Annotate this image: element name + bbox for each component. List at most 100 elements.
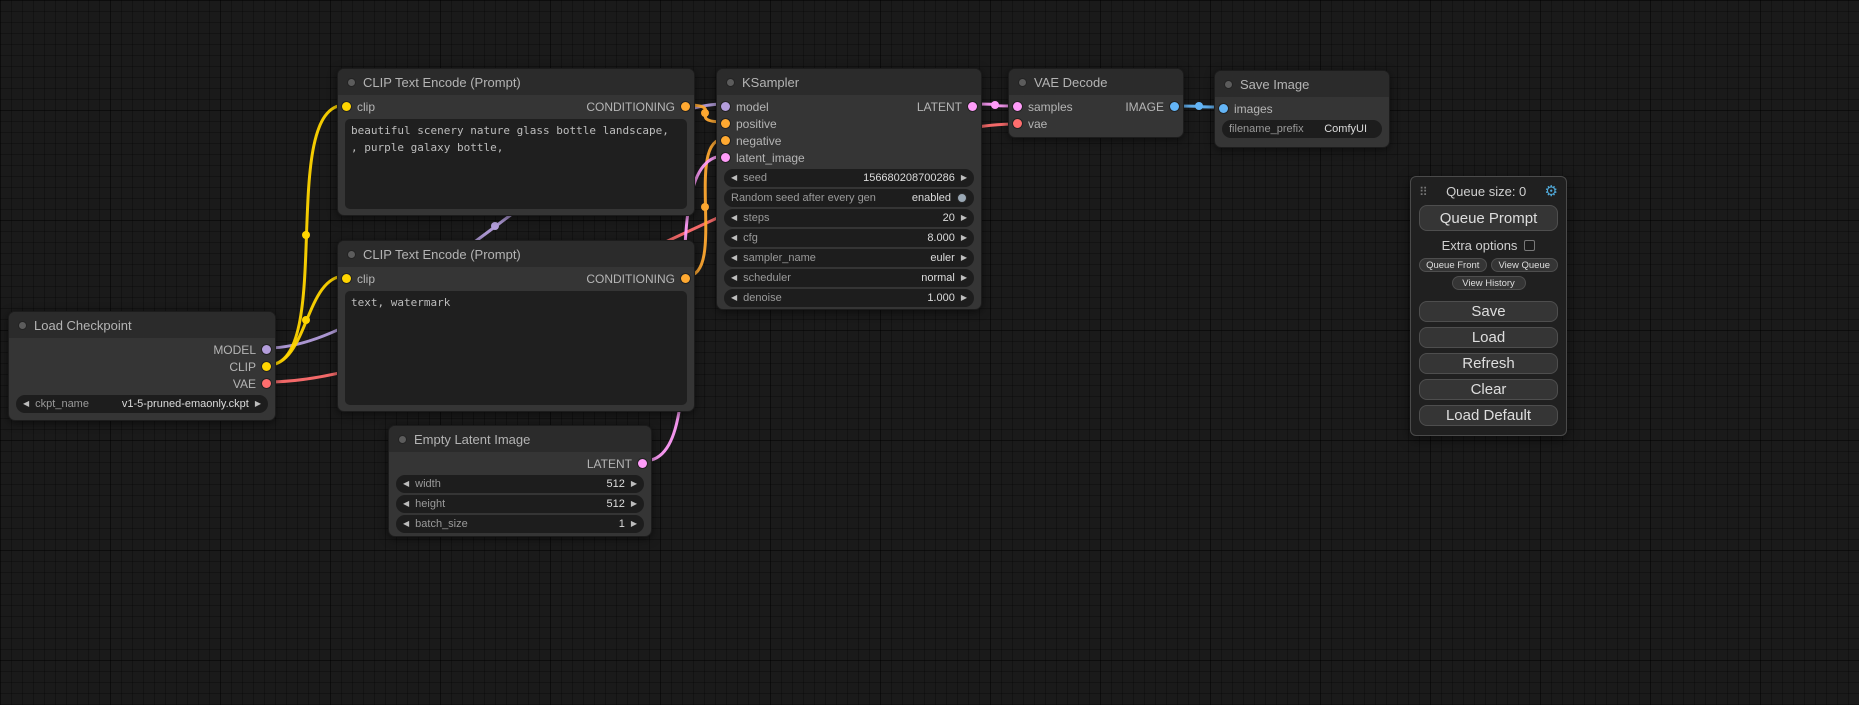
input-slot-clip[interactable]: [342, 274, 351, 283]
widget-value: 1.000: [927, 292, 955, 304]
widget-width[interactable]: ◀ width 512 ▶: [396, 475, 644, 493]
input-slot-clip[interactable]: [342, 102, 351, 111]
drag-handle-icon[interactable]: ⠿: [1419, 185, 1428, 199]
clear-button[interactable]: Clear: [1419, 379, 1558, 400]
decrement-arrow-icon[interactable]: ◀: [403, 480, 409, 488]
toggle-knob-icon[interactable]: [957, 193, 967, 203]
node-title: CLIP Text Encode (Prompt): [363, 247, 521, 262]
extra-options-checkbox[interactable]: [1524, 240, 1535, 251]
widget-label: denoise: [743, 292, 782, 304]
node-titlebar[interactable]: CLIP Text Encode (Prompt): [338, 69, 694, 95]
node-titlebar[interactable]: Load Checkpoint: [9, 312, 275, 338]
output-label-image: IMAGE: [1125, 100, 1164, 114]
decrement-arrow-icon[interactable]: ◀: [731, 234, 737, 242]
decrement-arrow-icon[interactable]: ◀: [403, 520, 409, 528]
widget-value: 512: [606, 498, 624, 510]
input-slot-vae[interactable]: [1013, 119, 1022, 128]
output-slot-conditioning[interactable]: [681, 102, 690, 111]
node-save-image[interactable]: Save Image images filename_prefix ComfyU…: [1214, 70, 1390, 148]
collapse-dot-icon[interactable]: [1224, 80, 1233, 89]
increment-arrow-icon[interactable]: ▶: [631, 520, 637, 528]
output-slot-conditioning[interactable]: [681, 274, 690, 283]
input-slot-model[interactable]: [721, 102, 730, 111]
increment-arrow-icon[interactable]: ▶: [255, 400, 261, 408]
increment-arrow-icon[interactable]: ▶: [961, 214, 967, 222]
widget-label: batch_size: [415, 518, 468, 530]
node-titlebar[interactable]: KSampler: [717, 69, 981, 95]
input-label-clip: clip: [357, 272, 375, 286]
widget-sampler-name[interactable]: ◀ sampler_name euler ▶: [724, 249, 974, 267]
node-title: Empty Latent Image: [414, 432, 530, 447]
collapse-dot-icon[interactable]: [398, 435, 407, 444]
queue-front-button[interactable]: Queue Front: [1419, 258, 1487, 272]
input-slot-latent-image[interactable]: [721, 153, 730, 162]
load-default-button[interactable]: Load Default: [1419, 405, 1558, 426]
output-slot-vae[interactable]: [262, 379, 271, 388]
input-slot-images[interactable]: [1219, 104, 1228, 113]
output-label-vae: VAE: [233, 377, 256, 391]
widget-seed[interactable]: ◀ seed 156680208700286 ▶: [724, 169, 974, 187]
widget-height[interactable]: ◀ height 512 ▶: [396, 495, 644, 513]
collapse-dot-icon[interactable]: [347, 250, 356, 259]
input-slot-samples[interactable]: [1013, 102, 1022, 111]
node-clip-text-encode-negative[interactable]: CLIP Text Encode (Prompt) clip CONDITION…: [337, 240, 695, 412]
save-button[interactable]: Save: [1419, 301, 1558, 322]
output-slot-clip[interactable]: [262, 362, 271, 371]
decrement-arrow-icon[interactable]: ◀: [731, 294, 737, 302]
increment-arrow-icon[interactable]: ▶: [961, 294, 967, 302]
node-titlebar[interactable]: CLIP Text Encode (Prompt): [338, 241, 694, 267]
decrement-arrow-icon[interactable]: ◀: [23, 400, 29, 408]
input-label-vae: vae: [1028, 117, 1047, 131]
increment-arrow-icon[interactable]: ▶: [631, 480, 637, 488]
collapse-dot-icon[interactable]: [18, 321, 27, 330]
node-empty-latent-image[interactable]: Empty Latent Image LATENT ◀ width 512 ▶ …: [388, 425, 652, 537]
refresh-button[interactable]: Refresh: [1419, 353, 1558, 374]
collapse-dot-icon[interactable]: [1018, 78, 1027, 87]
input-slot-positive[interactable]: [721, 119, 730, 128]
input-label-latent-image: latent_image: [736, 151, 805, 165]
output-slot-image[interactable]: [1170, 102, 1179, 111]
widget-label: seed: [743, 172, 767, 184]
widget-label: ckpt_name: [35, 398, 89, 410]
view-queue-button[interactable]: View Queue: [1491, 258, 1559, 272]
widget-filename-prefix[interactable]: filename_prefix ComfyUI: [1222, 120, 1382, 138]
decrement-arrow-icon[interactable]: ◀: [731, 214, 737, 222]
widget-random-seed-toggle[interactable]: Random seed after every gen enabled: [724, 189, 974, 207]
prompt-textarea[interactable]: beautiful scenery nature glass bottle la…: [345, 119, 687, 209]
collapse-dot-icon[interactable]: [726, 78, 735, 87]
widget-scheduler[interactable]: ◀ scheduler normal ▶: [724, 269, 974, 287]
node-vae-decode[interactable]: VAE Decode samples IMAGE vae: [1008, 68, 1184, 138]
output-slot-latent[interactable]: [638, 459, 647, 468]
view-history-button[interactable]: View History: [1452, 276, 1526, 290]
node-ksampler[interactable]: KSampler model LATENT positive: [716, 68, 982, 310]
node-clip-text-encode-positive[interactable]: CLIP Text Encode (Prompt) clip CONDITION…: [337, 68, 695, 216]
decrement-arrow-icon[interactable]: ◀: [731, 274, 737, 282]
widget-steps[interactable]: ◀ steps 20 ▶: [724, 209, 974, 227]
queue-size-label: Queue size: 0: [1446, 184, 1526, 199]
decrement-arrow-icon[interactable]: ◀: [731, 254, 737, 262]
increment-arrow-icon[interactable]: ▶: [961, 234, 967, 242]
increment-arrow-icon[interactable]: ▶: [961, 174, 967, 182]
load-button[interactable]: Load: [1419, 327, 1558, 348]
widget-batch-size[interactable]: ◀ batch_size 1 ▶: [396, 515, 644, 533]
node-titlebar[interactable]: Save Image: [1215, 71, 1389, 97]
collapse-dot-icon[interactable]: [347, 78, 356, 87]
decrement-arrow-icon[interactable]: ◀: [731, 174, 737, 182]
node-titlebar[interactable]: Empty Latent Image: [389, 426, 651, 452]
node-load-checkpoint[interactable]: Load Checkpoint MODEL CLIP VAE: [8, 311, 276, 421]
increment-arrow-icon[interactable]: ▶: [961, 254, 967, 262]
widget-cfg[interactable]: ◀ cfg 8.000 ▶: [724, 229, 974, 247]
increment-arrow-icon[interactable]: ▶: [961, 274, 967, 282]
prompt-textarea[interactable]: text, watermark: [345, 291, 687, 405]
decrement-arrow-icon[interactable]: ◀: [403, 500, 409, 508]
widget-ckpt-name[interactable]: ◀ ckpt_name v1-5-pruned-emaonly.ckpt ▶: [16, 395, 268, 413]
node-titlebar[interactable]: VAE Decode: [1009, 69, 1183, 95]
increment-arrow-icon[interactable]: ▶: [631, 500, 637, 508]
widget-denoise[interactable]: ◀ denoise 1.000 ▶: [724, 289, 974, 307]
output-slot-latent[interactable]: [968, 102, 977, 111]
input-slot-negative[interactable]: [721, 136, 730, 145]
settings-gear-icon[interactable]: ⚙: [1545, 184, 1558, 199]
queue-prompt-button[interactable]: Queue Prompt: [1419, 205, 1558, 231]
graph-canvas[interactable]: Load Checkpoint MODEL CLIP VAE: [0, 0, 1859, 705]
output-slot-model[interactable]: [262, 345, 271, 354]
